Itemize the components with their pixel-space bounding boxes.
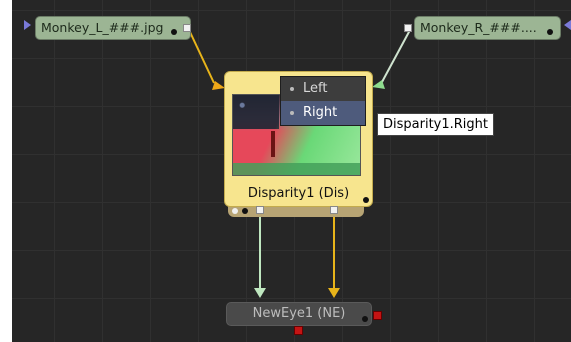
neweye-output-port[interactable] [373, 311, 382, 320]
loader-left-label: Monkey_L_###.jpg [41, 20, 164, 35]
neweye-node[interactable]: NewEye1 (NE) [226, 302, 372, 326]
disparity-output-port-left[interactable] [256, 206, 264, 214]
loader-right-label: Monkey_R_###.... [420, 20, 537, 35]
node-tooltip: Disparity1.Right [377, 113, 494, 136]
disparity-view-dot-light [232, 208, 238, 214]
neweye-output-dot [362, 316, 368, 322]
menu-item-right[interactable]: Right [281, 101, 365, 125]
neweye-mask-port[interactable] [294, 326, 303, 335]
menu-item-left[interactable]: Left [281, 77, 365, 101]
bullet-icon [290, 111, 294, 115]
loader-left-output-dot [171, 29, 177, 35]
neweye-node-label: NewEye1 (NE) [252, 306, 346, 321]
disparity-output-dot [363, 197, 369, 203]
loader-node-right[interactable]: Monkey_R_###.... [414, 16, 561, 40]
loader-left-output-port[interactable] [183, 24, 191, 32]
bullet-icon [290, 87, 294, 91]
disparity-view-dot-dark [242, 208, 248, 214]
menu-item-right-label: Right [303, 105, 338, 120]
loader-right-output-port[interactable] [404, 24, 412, 32]
menu-item-left-label: Left [303, 81, 328, 96]
view-select-menu[interactable]: Left Right [280, 76, 366, 126]
loader-right-output-dot [547, 29, 553, 35]
loader-node-left[interactable]: Monkey_L_###.jpg [35, 16, 191, 40]
disparity-node-label: Disparity1 (Dis) [247, 186, 350, 201]
disparity-output-port-right[interactable] [330, 206, 338, 214]
